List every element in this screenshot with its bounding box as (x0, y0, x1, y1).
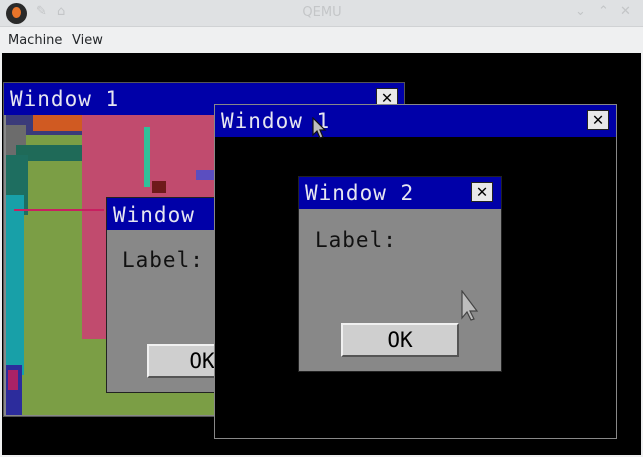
guest-display[interactable]: Window 1 ✕ Window Label: OK Window 1 ✕ W… (2, 53, 641, 455)
maximize-icon[interactable]: ⌃ (598, 4, 609, 19)
dialog-back-label: Label: (122, 248, 204, 272)
window2-ok-button[interactable]: OK (341, 323, 459, 357)
dialog-back-title: Window (113, 203, 195, 227)
qemu-logo-icon (6, 3, 27, 24)
window1-front-titlebar[interactable]: Window 1 ✕ (215, 105, 616, 137)
close-icon[interactable]: ✕ (620, 4, 631, 19)
window1-front-close-icon[interactable]: ✕ (587, 110, 609, 130)
pin-icon[interactable]: ✎ (36, 4, 47, 19)
menu-view[interactable]: View (72, 33, 103, 48)
window2-titlebar[interactable]: Window 2 ✕ (299, 177, 501, 209)
window2[interactable]: Window 2 ✕ Label: OK (298, 176, 502, 372)
window2-label: Label: (315, 228, 397, 252)
mouse-pointer-shadow-icon (461, 290, 479, 321)
mouse-pointer-icon (312, 117, 327, 139)
keep-above-icon[interactable]: ⌂ (57, 4, 65, 19)
menu-machine[interactable]: Machine (8, 33, 62, 48)
window2-title: Window 2 (305, 181, 415, 205)
window2-close-icon[interactable]: ✕ (471, 182, 493, 202)
minimize-icon[interactable]: ⌄ (575, 4, 586, 19)
window-title: QEMU (302, 5, 342, 20)
window1-back-title: Window 1 (10, 87, 120, 111)
